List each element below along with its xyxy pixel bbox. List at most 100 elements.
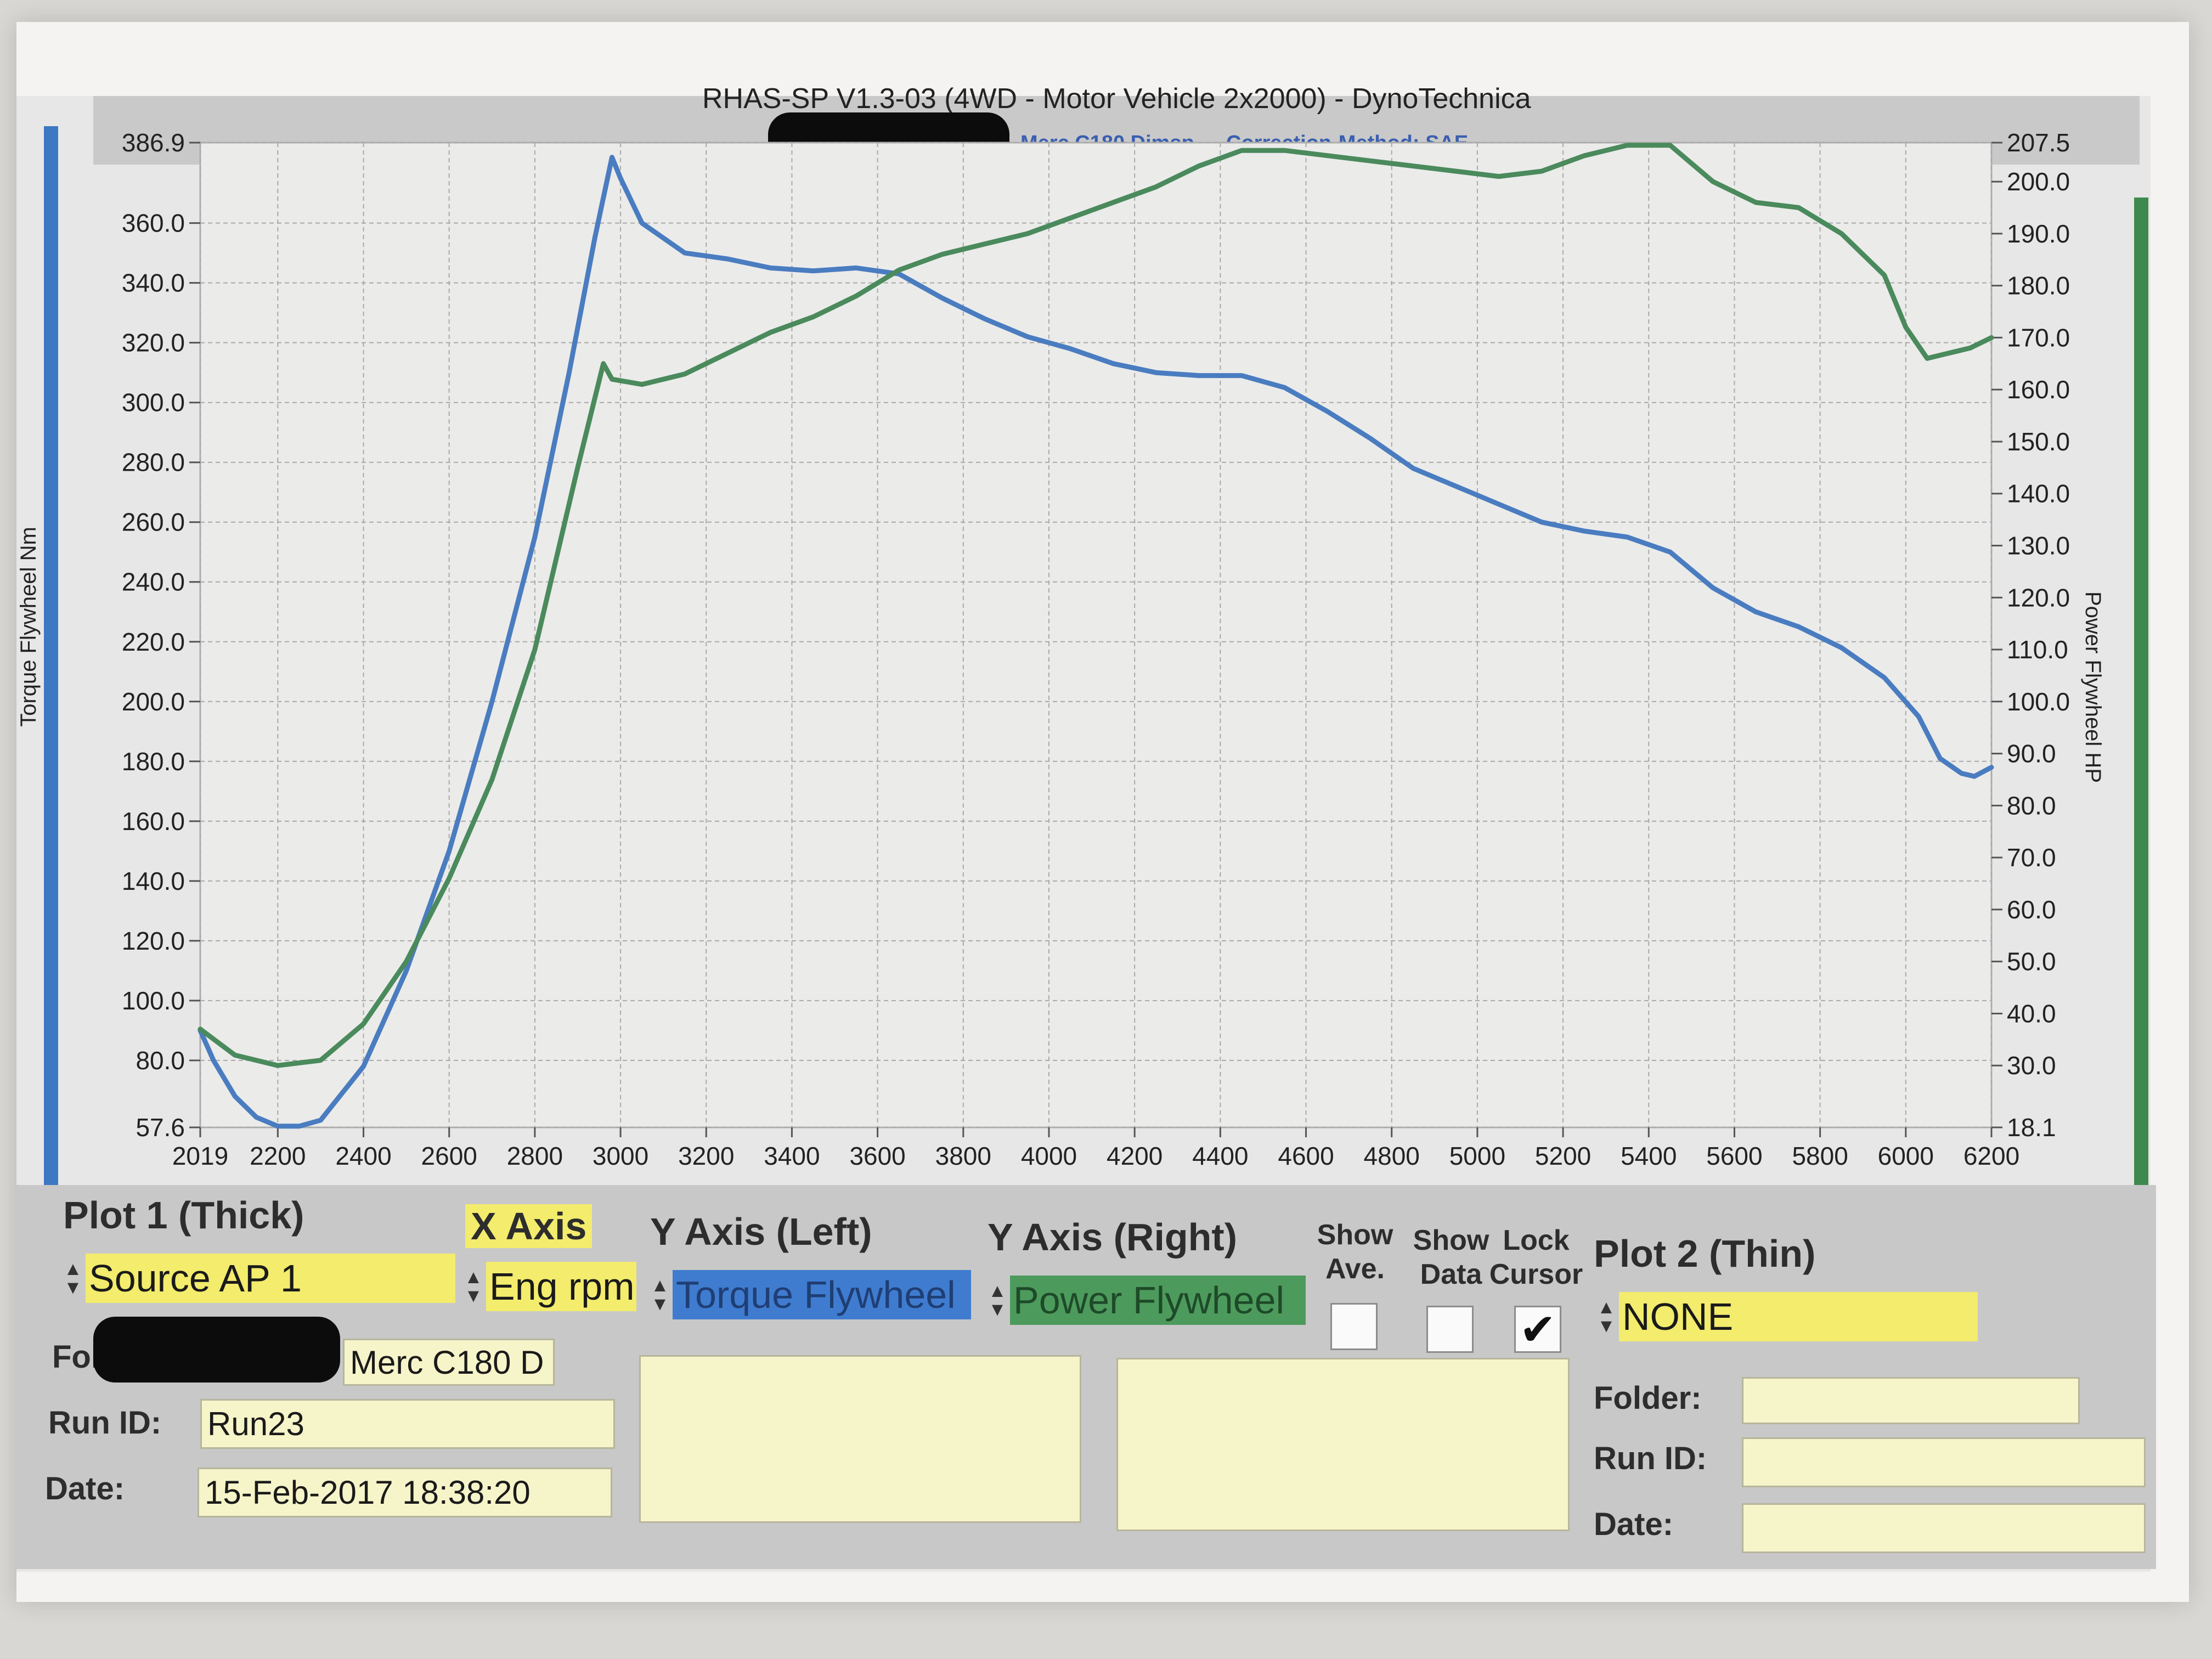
x-axis-title: X Axis	[465, 1204, 592, 1248]
right-tick-label: 90.0	[2007, 740, 2056, 768]
x-tick-label: 4800	[1364, 1142, 1420, 1170]
x-tick-label: 2200	[250, 1142, 306, 1170]
y-axis-right-title: Y Axis (Right)	[988, 1216, 1238, 1259]
x-tick-label: 3600	[849, 1142, 905, 1170]
notes-box-left[interactable]	[639, 1355, 1081, 1523]
x-axis-ticks: 2019 2200 2400 2600 2800 3000 3200 3400 3600 3800…	[172, 1127, 2019, 1170]
right-tick-label: 40.0	[2007, 999, 2056, 1028]
x-tick-label: 5600	[1706, 1142, 1762, 1170]
left-tick-label: 280.0	[122, 448, 185, 477]
lock-cursor-checkbox[interactable]: ✔	[1514, 1305, 1561, 1354]
x-tick-label: 3400	[764, 1142, 820, 1170]
left-tick-label: 320.0	[122, 329, 185, 357]
right-tick-label: 80.0	[2007, 791, 2056, 820]
x-tick-label: 5000	[1449, 1142, 1505, 1170]
dyno-chart[interactable]: 386.9 360.0 340.0 320.0 300.0 280.0 260.0 240.0…	[0, 0, 2212, 1207]
plot1-source-value: Source AP 1	[86, 1254, 455, 1303]
right-tick-label: 140.0	[2007, 479, 2070, 508]
show-ave-label: Show Ave.	[1317, 1219, 1393, 1285]
right-tick-label: 70.0	[2007, 843, 2056, 872]
left-tick-label: 180.0	[122, 747, 185, 776]
x-tick-label: 4000	[1021, 1142, 1077, 1170]
plot1-source-select[interactable]: ▲ ▼ Source AP 1	[60, 1254, 455, 1303]
plot2-folder-field[interactable]	[1742, 1377, 2080, 1424]
right-tick-label: 18.1	[2007, 1113, 2056, 1142]
spinner-arrows-icon[interactable]: ▲ ▼	[461, 1262, 486, 1311]
right-tick-label: 30.0	[2007, 1051, 2056, 1080]
x-tick-label: 2019	[172, 1142, 228, 1170]
right-tick-label: 200.0	[2007, 167, 2070, 196]
x-tick-label: 6200	[1963, 1142, 2019, 1170]
plot2-run-id-label: Run ID:	[1594, 1441, 1707, 1476]
plot-area	[199, 142, 1993, 1128]
run-id-field[interactable]: Run23	[200, 1399, 615, 1449]
y-axis-left-value: Torque Flywheel	[673, 1270, 971, 1319]
x-tick-label: 2400	[335, 1142, 391, 1170]
x-tick-label: 3200	[678, 1142, 734, 1170]
x-tick-label: 4600	[1278, 1142, 1334, 1170]
x-tick-label: 6000	[1878, 1142, 1934, 1170]
right-tick-label: 50.0	[2007, 947, 2056, 976]
x-axis-select[interactable]: ▲ ▼ Eng rpm	[461, 1262, 636, 1311]
left-tick-label: 386.9	[122, 128, 185, 157]
y-axis-left-select[interactable]: ▲ ▼ Torque Flywheel	[647, 1270, 971, 1319]
left-axis-ticks: 386.9 360.0 340.0 320.0 300.0 280.0 260.0 240.0…	[122, 128, 200, 1142]
left-axis-title: Torque Flywheel Nm	[16, 527, 41, 727]
right-tick-label: 170.0	[2007, 323, 2070, 352]
x-tick-label: 3800	[935, 1142, 991, 1170]
run-id-label: Run ID:	[48, 1405, 162, 1441]
right-tick-label: 190.0	[2007, 219, 2070, 248]
left-tick-label: 100.0	[122, 986, 185, 1015]
right-tick-label: 60.0	[2007, 895, 2056, 924]
right-tick-label: 100.0	[2007, 687, 2070, 716]
lock-cursor-label: Lock Cursor	[1489, 1224, 1583, 1290]
right-tick-label: 150.0	[2007, 427, 2070, 456]
plot2-date-label: Date:	[1594, 1506, 1674, 1542]
left-tick-label: 340.0	[122, 269, 185, 297]
spinner-arrows-icon[interactable]: ▲ ▼	[60, 1254, 86, 1303]
x-tick-label: 5400	[1621, 1142, 1677, 1170]
plot2-folder-label: Folder:	[1594, 1380, 1702, 1416]
x-axis-value: Eng rpm	[486, 1262, 636, 1311]
redaction-folder	[93, 1317, 340, 1383]
left-tick-label: 57.6	[136, 1113, 185, 1142]
left-tick-label: 160.0	[122, 807, 185, 836]
right-tick-label: 207.5	[2007, 128, 2070, 157]
checkmark-icon: ✔	[1519, 1305, 1556, 1354]
left-tick-label: 80.0	[136, 1046, 185, 1075]
right-axis-title: Power Flywheel HP	[2081, 591, 2106, 783]
x-tick-label: 3000	[592, 1142, 648, 1170]
show-data-checkbox[interactable]	[1426, 1306, 1474, 1353]
left-tick-label: 360.0	[122, 209, 185, 238]
x-tick-label: 5800	[1792, 1142, 1848, 1170]
x-tick-label: 5200	[1535, 1142, 1591, 1170]
right-tick-label: 130.0	[2007, 531, 2070, 560]
x-tick-label: 4400	[1192, 1142, 1248, 1170]
plot2-source-select[interactable]: ▲ ▼ NONE	[1594, 1292, 1978, 1341]
plot2-source-value: NONE	[1619, 1292, 1978, 1341]
y-axis-right-value: Power Flywheel	[1010, 1276, 1306, 1325]
spinner-arrows-icon[interactable]: ▲ ▼	[1594, 1292, 1619, 1341]
show-ave-checkbox[interactable]	[1330, 1303, 1378, 1350]
date-field[interactable]: 15-Feb-2017 18:38:20	[198, 1468, 612, 1517]
spinner-arrows-icon[interactable]: ▲ ▼	[985, 1276, 1010, 1325]
y-axis-right-select[interactable]: ▲ ▼ Power Flywheel	[985, 1276, 1306, 1325]
left-tick-label: 260.0	[122, 508, 185, 537]
left-tick-label: 200.0	[122, 687, 185, 716]
spinner-arrows-icon[interactable]: ▲ ▼	[647, 1270, 673, 1319]
left-tick-label: 140.0	[122, 867, 185, 895]
plot1-title: Plot 1 (Thick)	[63, 1194, 304, 1237]
folder-field[interactable]: Merc C180 D	[343, 1339, 555, 1386]
right-tick-label: 160.0	[2007, 375, 2070, 404]
x-tick-label: 2800	[507, 1142, 563, 1170]
left-tick-label: 120.0	[122, 927, 185, 955]
notes-box-right[interactable]	[1116, 1358, 1570, 1531]
right-tick-label: 120.0	[2007, 583, 2070, 612]
right-tick-label: 110.0	[2007, 635, 2068, 664]
plot2-run-id-field[interactable]	[1742, 1437, 2146, 1487]
plot2-date-field[interactable]	[1742, 1503, 2146, 1553]
date-label: Date:	[45, 1471, 125, 1506]
plot2-title: Plot 2 (Thin)	[1594, 1232, 1816, 1275]
left-tick-label: 220.0	[122, 628, 185, 656]
y-axis-left-title: Y Axis (Left)	[650, 1210, 872, 1253]
